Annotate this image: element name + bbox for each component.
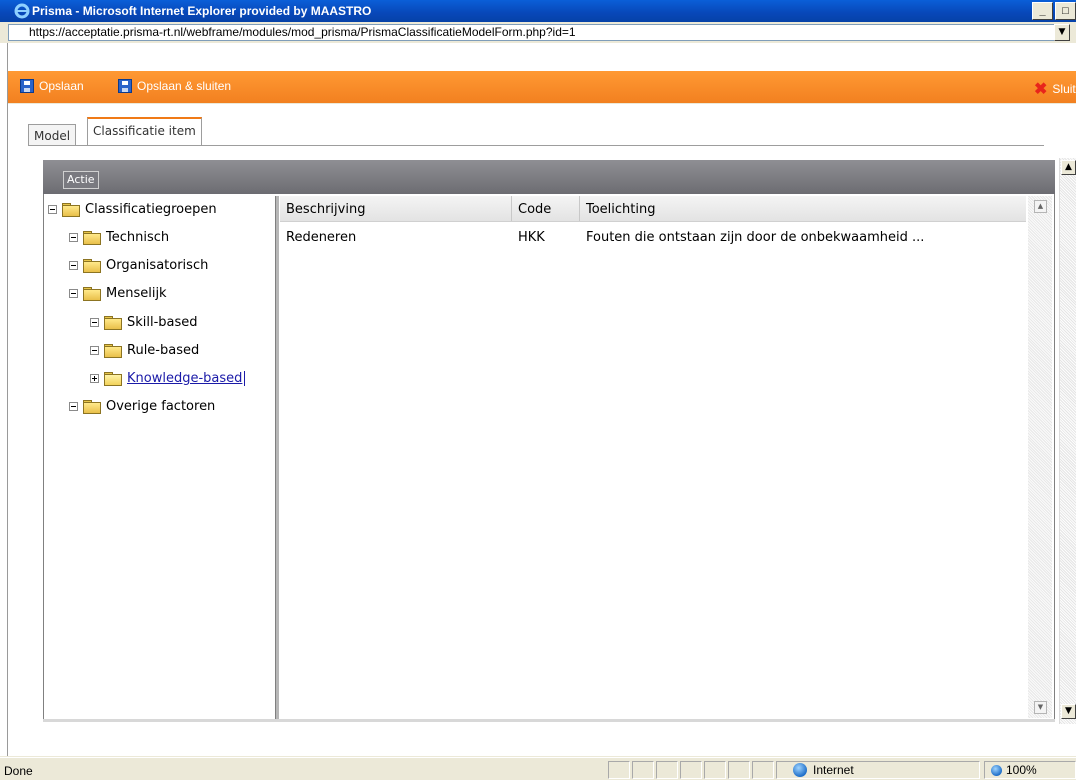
url-field[interactable]: https://acceptatie.prisma-rt.nl/webframe…: [8, 24, 1058, 41]
collapse-toggle-icon[interactable]: [69, 261, 78, 270]
tree-node-knowledge-based[interactable]: Knowledge-based: [90, 371, 246, 386]
zone-label: Internet: [813, 763, 854, 777]
window-title: Prisma - Microsoft Internet Explorer pro…: [32, 4, 372, 18]
security-zone-pane: Internet: [776, 761, 980, 779]
minimize-button[interactable]: _: [1032, 2, 1053, 20]
tree-node-overige-factoren[interactable]: Overige factoren: [69, 399, 215, 414]
address-bar: https://acceptatie.prisma-rt.nl/webframe…: [0, 22, 1076, 43]
scroll-up-arrow-icon[interactable]: ▲: [1034, 200, 1047, 213]
grid-header: Beschrijving Code Toelichting: [280, 196, 1026, 222]
window-title-bar: Prisma - Microsoft Internet Explorer pro…: [0, 0, 1076, 22]
cell-code: HKK: [518, 230, 545, 245]
tree-node-label: Rule-based: [127, 343, 200, 358]
column-header-code[interactable]: Code: [512, 196, 580, 221]
tab-model[interactable]: Model: [28, 124, 77, 146]
folder-open-icon: [104, 316, 122, 330]
page-scroll-down-icon[interactable]: ▼: [1061, 704, 1076, 719]
scroll-down-arrow-icon[interactable]: ▼: [1034, 701, 1047, 714]
actie-menu-button[interactable]: Actie: [63, 171, 99, 189]
status-pane: [680, 761, 702, 779]
tree-node-label: Knowledge-based: [127, 371, 246, 386]
status-pane: [752, 761, 774, 779]
tree-node-organisatorisch[interactable]: Organisatorisch: [69, 258, 208, 273]
window-left-border: [0, 43, 8, 756]
cell-toelichting: Fouten die ontstaan zijn door de onbekwa…: [586, 230, 925, 245]
spacer: [8, 43, 1076, 71]
action-toolbar: Opslaan Opslaan & sluiten ✖ Sluit: [8, 71, 1076, 103]
panel-bottom-border: [43, 719, 1055, 722]
globe-icon: [793, 763, 807, 777]
collapse-toggle-icon[interactable]: [90, 318, 99, 327]
folder-open-icon: [104, 344, 122, 358]
tree-node-label: Organisatorisch: [106, 258, 209, 273]
status-pane: [632, 761, 654, 779]
save-button[interactable]: Opslaan: [20, 79, 84, 93]
tree-node-label: Skill-based: [127, 315, 198, 330]
collapse-toggle-icon[interactable]: [48, 205, 57, 214]
folder-closed-icon: [104, 372, 122, 386]
page-scroll-up-icon[interactable]: ▲: [1061, 160, 1076, 175]
tree-node-label: Overige factoren: [106, 399, 216, 414]
tree-node-menselijk[interactable]: Menselijk: [69, 286, 167, 301]
collapse-toggle-icon[interactable]: [69, 289, 78, 298]
floppy-disk-icon: [20, 79, 34, 93]
status-pane: [728, 761, 750, 779]
tree-node-technisch[interactable]: Technisch: [69, 230, 169, 245]
tree-node-label: Technisch: [106, 230, 170, 245]
internet-explorer-icon: [14, 3, 30, 19]
panel-splitter[interactable]: [275, 196, 279, 719]
folder-open-icon: [83, 259, 101, 273]
close-button[interactable]: ✖ Sluit: [1034, 79, 1076, 99]
collapse-toggle-icon[interactable]: [90, 346, 99, 355]
save-label: Opslaan: [39, 79, 84, 93]
status-text: Done: [4, 764, 33, 778]
save-and-close-button[interactable]: Opslaan & sluiten: [118, 79, 231, 93]
close-x-icon: ✖: [1034, 81, 1048, 98]
folder-open-icon: [83, 287, 101, 301]
tree-node-root[interactable]: Classificatiegroepen: [48, 202, 217, 217]
tree-node-rule-based[interactable]: Rule-based: [90, 343, 199, 358]
page-scrollbar[interactable]: [1059, 158, 1076, 724]
column-header-beschrijving[interactable]: Beschrijving: [280, 196, 512, 221]
tab-classificatie-item[interactable]: Classificatie item: [87, 117, 202, 146]
grid-scrollbar[interactable]: ▲ ▼: [1028, 196, 1052, 718]
zoom-label: 100%: [1006, 763, 1037, 777]
save-and-close-label: Opslaan & sluiten: [137, 79, 232, 93]
close-label: Sluit: [1052, 82, 1076, 96]
tree-node-label: Menselijk: [106, 286, 167, 301]
tab-divider: [28, 145, 1044, 146]
cell-beschrijving: Redeneren: [286, 230, 357, 245]
expand-toggle-icon[interactable]: [90, 374, 99, 383]
status-pane: [704, 761, 726, 779]
status-pane: [608, 761, 630, 779]
address-dropdown-button[interactable]: ▼: [1054, 24, 1070, 41]
floppy-disk-icon: [118, 79, 132, 93]
folder-open-icon: [83, 231, 101, 245]
collapse-toggle-icon[interactable]: [69, 402, 78, 411]
tree-node-label: Classificatiegroepen: [85, 202, 217, 217]
tree-node-skill-based[interactable]: Skill-based: [90, 315, 198, 330]
maximize-button[interactable]: □: [1055, 2, 1076, 20]
column-header-toelichting[interactable]: Toelichting: [580, 196, 1026, 221]
zoom-pane[interactable]: 100%: [984, 761, 1076, 779]
folder-open-icon: [62, 203, 80, 217]
folder-open-icon: [83, 400, 101, 414]
collapse-toggle-icon[interactable]: [69, 233, 78, 242]
zoom-icon: [991, 764, 1002, 776]
status-pane: [656, 761, 678, 779]
panel-header: [43, 160, 1055, 194]
